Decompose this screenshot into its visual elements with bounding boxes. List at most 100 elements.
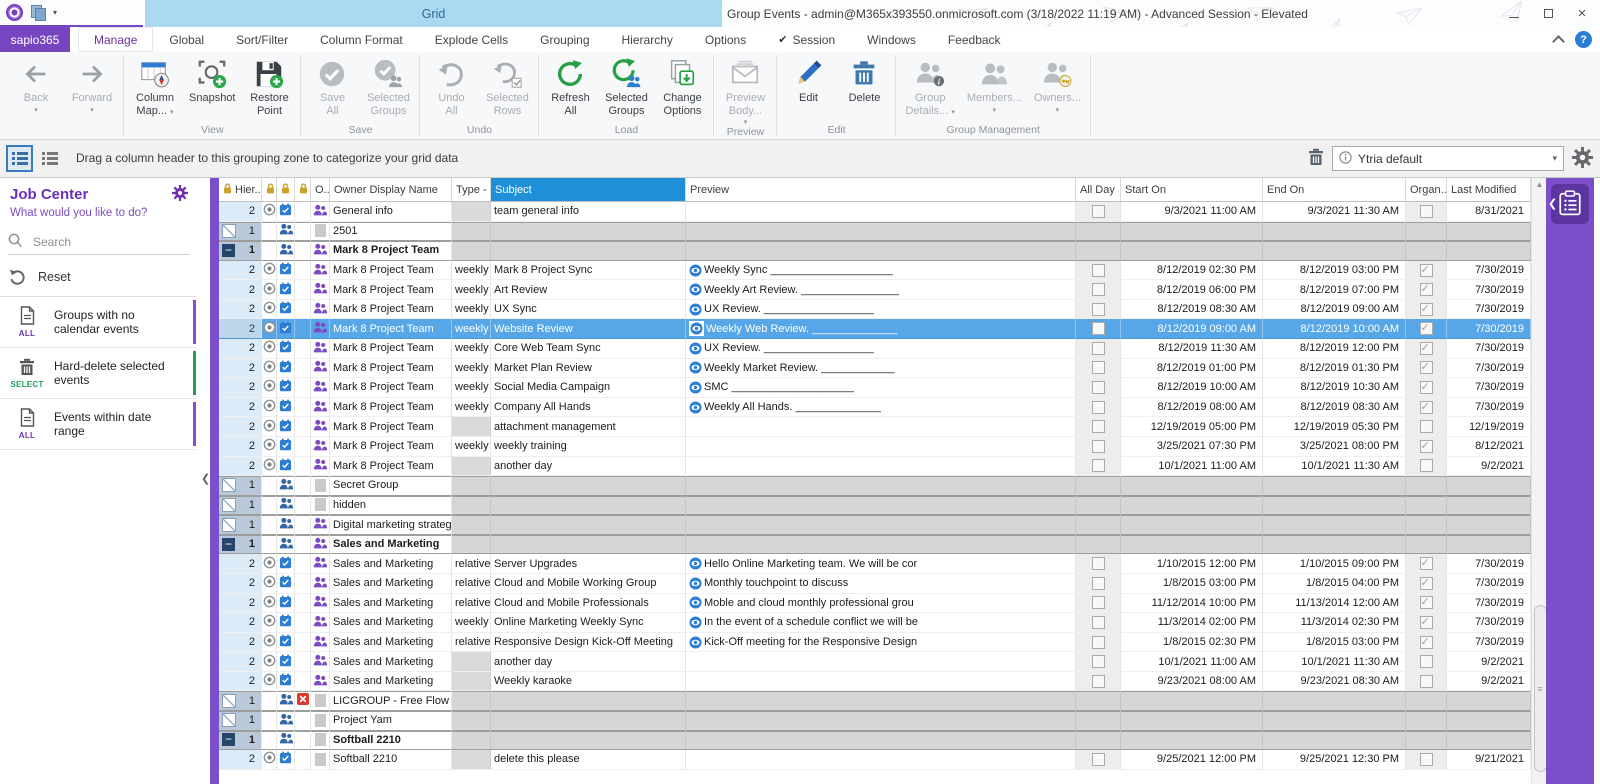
allday-checkbox[interactable] (1092, 381, 1105, 394)
snapshot-button[interactable]: Snapshot (183, 52, 241, 124)
expand-toggle[interactable]: − (222, 733, 235, 746)
column-header-c1[interactable] (262, 178, 277, 201)
organizer-checkbox[interactable] (1420, 303, 1433, 316)
eye-preview-icon[interactable] (689, 321, 704, 336)
job-action-groups-with-no-calendar-events[interactable]: ALL Groups with no calendar events (0, 297, 196, 348)
tab-sort-filter[interactable]: Sort/Filter (220, 27, 304, 52)
qat-dropdown-caret[interactable]: ▾ (53, 8, 57, 17)
table-row[interactable]: 2 Mark 8 Project Team weekly weekly trai… (219, 437, 1531, 457)
table-row[interactable]: 2 Mark 8 Project Team another day 10/1/2… (219, 457, 1531, 477)
forward-button[interactable]: Forward ▾ (64, 52, 120, 124)
allday-checkbox[interactable] (1092, 753, 1105, 766)
close-button[interactable]: × (1568, 3, 1596, 25)
eye-preview-icon[interactable] (689, 401, 702, 414)
column-header-owner[interactable]: Owner Display Name (330, 178, 452, 201)
tab-sapio365[interactable]: sapio365 (0, 27, 70, 52)
expand-toggle[interactable]: − (222, 538, 235, 551)
allday-checkbox[interactable] (1092, 205, 1105, 218)
job-action-hard-delete-selected-events[interactable]: SELECT Hard-delete selected events (0, 348, 196, 399)
table-row[interactable]: −1 Sales and Marketing (219, 535, 1531, 555)
allday-checkbox[interactable] (1092, 420, 1105, 433)
help-icon[interactable]: ? (1575, 31, 1592, 48)
members--button[interactable]: Members... ▾ (961, 52, 1028, 124)
organizer-checkbox[interactable] (1420, 753, 1433, 766)
table-row[interactable]: 2 Sales and Marketing relativeMc Cloud a… (219, 574, 1531, 594)
column-header-preview[interactable]: Preview (686, 178, 1076, 201)
scrollbar-thumb[interactable]: ≡ (1534, 605, 1547, 772)
allday-checkbox[interactable] (1092, 655, 1105, 668)
view-selector-dropdown[interactable]: Ytria default ▾ (1332, 146, 1564, 171)
view-toggle-hierarchy[interactable] (6, 145, 33, 172)
allday-checkbox[interactable] (1092, 440, 1105, 453)
table-row[interactable]: 1 2501 (219, 222, 1531, 242)
column-header-organ[interactable]: Organ... (1406, 178, 1447, 201)
eye-preview-icon[interactable] (689, 381, 702, 394)
allday-checkbox[interactable] (1092, 675, 1105, 688)
job-center-gear-icon[interactable] (172, 185, 188, 204)
allday-checkbox[interactable] (1092, 636, 1105, 649)
column-header-subject[interactable]: Subject (491, 178, 686, 201)
table-row[interactable]: 1 Secret Group (219, 476, 1531, 496)
eye-preview-icon[interactable] (689, 303, 702, 316)
vertical-scrollbar[interactable]: ▲ ≡ (1531, 178, 1546, 784)
view-toggle-flat[interactable] (36, 145, 63, 172)
table-row[interactable]: 1 Project Yam (219, 711, 1531, 731)
table-row[interactable]: 1 Digital marketing strategy (219, 515, 1531, 535)
organizer-checkbox[interactable] (1420, 616, 1433, 629)
organizer-checkbox[interactable] (1420, 361, 1433, 374)
table-row[interactable]: 2 Sales and Marketing weekly Online Mark… (219, 613, 1531, 633)
eye-preview-icon[interactable] (689, 264, 702, 277)
grid-settings-gear-icon[interactable] (1572, 147, 1593, 171)
back-button[interactable]: Back ▾ (8, 52, 64, 124)
allday-checkbox[interactable] (1092, 342, 1105, 355)
tab-session[interactable]: ✔Session (762, 27, 851, 52)
minimize-button[interactable] (1500, 3, 1528, 25)
column-header-type[interactable]: Type - R... (452, 178, 491, 201)
column-header-c2[interactable] (277, 178, 295, 201)
save-all-button[interactable]: SaveAll (304, 52, 360, 124)
table-row[interactable]: 2 Sales and Marketing relativeMc Server … (219, 554, 1531, 574)
tab-global[interactable]: Global (153, 27, 220, 52)
table-row[interactable]: 1 hidden (219, 496, 1531, 516)
table-row[interactable]: 1 LICGROUP - Free Flow (219, 691, 1531, 711)
organizer-checkbox[interactable] (1420, 205, 1433, 218)
table-row[interactable]: 2 Sales and Marketing relativeMc Cloud a… (219, 594, 1531, 614)
pages-icon[interactable] (31, 5, 45, 20)
organizer-checkbox[interactable] (1420, 636, 1433, 649)
allday-checkbox[interactable] (1092, 596, 1105, 609)
allday-checkbox[interactable] (1092, 283, 1105, 296)
job-action-events-within-date-range[interactable]: ALL Events within date range (0, 399, 196, 450)
reset-button[interactable]: Reset (8, 264, 190, 290)
eye-preview-icon[interactable] (689, 283, 702, 296)
organizer-checkbox[interactable] (1420, 655, 1433, 668)
edit-button[interactable]: Edit (780, 52, 836, 124)
table-row[interactable]: 2 Mark 8 Project Team weekly Art Review … (219, 280, 1531, 300)
eye-preview-icon[interactable] (689, 636, 702, 649)
table-row[interactable]: 2 Mark 8 Project Team attachment managem… (219, 417, 1531, 437)
column-header-last[interactable]: Last Modified (1447, 178, 1531, 201)
sidebar-collapse-handle[interactable]: ❮ (201, 472, 210, 485)
group-details--button[interactable]: iGroupDetails... ▾ (899, 52, 960, 124)
organizer-checkbox[interactable] (1420, 459, 1433, 472)
tab-windows[interactable]: Windows (851, 27, 932, 52)
organizer-checkbox[interactable] (1420, 596, 1433, 609)
organizer-checkbox[interactable] (1420, 675, 1433, 688)
restore-point-button[interactable]: RestorePoint (241, 52, 297, 124)
table-row[interactable]: 2 General info team general info 9/3/202… (219, 202, 1531, 222)
eye-preview-icon[interactable] (689, 616, 702, 629)
table-row[interactable]: 2 Sales and Marketing Weekly karaoke 9/2… (219, 672, 1531, 692)
refresh-all-button[interactable]: RefreshAll (542, 52, 598, 124)
organizer-checkbox[interactable] (1420, 322, 1433, 335)
tab-explode-cells[interactable]: Explode Cells (419, 27, 524, 52)
column-header-oicon[interactable]: O.. (311, 178, 330, 201)
table-row[interactable]: 2 Mark 8 Project Team weekly UX Sync UX … (219, 300, 1531, 320)
search-input[interactable]: Search (8, 230, 190, 255)
allday-checkbox[interactable] (1092, 459, 1105, 472)
eye-preview-icon[interactable] (689, 577, 702, 590)
collapse-ribbon-icon[interactable] (1552, 35, 1565, 48)
column-header-start[interactable]: Start On (1121, 178, 1263, 201)
owners--button[interactable]: Owners... ▾ (1028, 52, 1087, 124)
table-row[interactable]: 2 Sales and Marketing relativeMc Respons… (219, 633, 1531, 653)
selected-groups-button[interactable]: SelectedGroups (360, 52, 416, 124)
organizer-checkbox[interactable] (1420, 401, 1433, 414)
